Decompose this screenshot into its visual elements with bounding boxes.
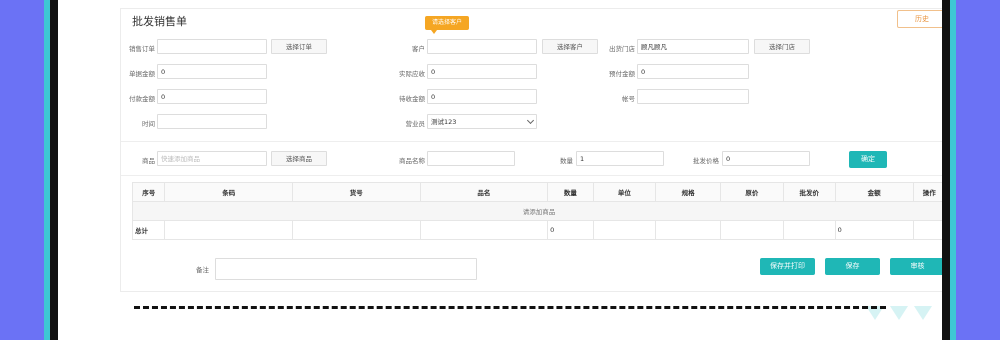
total-amount-input[interactable]: 0 [157, 64, 267, 79]
table-header-row: 序号 条码 货号 品名 数量 单位 规格 原价 批发价 金额 操作 [131, 182, 942, 202]
select-customer-button[interactable]: 选择客户 [542, 39, 598, 54]
total-amount-label: 单据金额 [129, 70, 155, 78]
table-cell [592, 220, 657, 240]
order-label: 销售订单 [129, 45, 155, 53]
divider [121, 141, 942, 142]
salesperson-select[interactable]: 测试123 [427, 114, 537, 129]
column-header: 批发价 [782, 182, 836, 202]
column-header: 规格 [655, 182, 722, 202]
total-label: 总计 [131, 220, 166, 240]
pending-label: 待收金额 [399, 95, 425, 103]
select-store-button[interactable]: 选择门店 [754, 39, 810, 54]
customer-tooltip: 请选择客户 [425, 16, 469, 34]
time-label: 时间 [142, 120, 155, 128]
pending-input[interactable]: 0 [427, 89, 537, 104]
wholesale-price-input[interactable]: 0 [722, 151, 810, 166]
empty-row: 请添加商品 [132, 201, 942, 221]
table-cell [164, 220, 293, 240]
page-title: 批发销售单 [132, 15, 187, 28]
column-header: 单位 [592, 182, 657, 202]
product-search-input[interactable]: 快速添加商品 [157, 151, 267, 166]
paid-input[interactable]: 0 [157, 89, 267, 104]
actual-received-input[interactable]: 0 [427, 64, 537, 79]
account-input[interactable] [637, 89, 749, 104]
product-name-input[interactable] [427, 151, 515, 166]
items-table: 序号 条码 货号 品名 数量 单位 规格 原价 批发价 金额 操作 请添加商品 … [131, 182, 942, 240]
left-frame-border [50, 0, 58, 340]
order-input[interactable] [157, 39, 267, 54]
total-row: 总计 0 0 [131, 220, 942, 240]
table-cell [291, 220, 421, 240]
empty-message: 请添加商品 [132, 201, 942, 221]
decor-triangle [914, 306, 932, 320]
review-button[interactable]: 审核 [890, 258, 942, 275]
column-header: 品名 [419, 182, 549, 202]
divider [121, 175, 942, 176]
confirm-button[interactable]: 确定 [849, 151, 887, 168]
customer-input[interactable] [427, 39, 537, 54]
account-label: 帐号 [622, 95, 635, 103]
column-header: 操作 [912, 182, 942, 202]
product-label: 商品 [142, 157, 155, 165]
history-button[interactable]: 历史 [897, 10, 942, 28]
right-frame-border [942, 0, 950, 340]
store-label: 出货门店 [609, 45, 635, 53]
select-order-button[interactable]: 选择订单 [271, 39, 327, 54]
column-header: 条码 [164, 182, 293, 202]
right-frame-accent [950, 0, 956, 340]
page-paper: 批发销售单 历史 销售订单 选择订单 客户 选择客户 请选择客户 出货门店 顾凡… [58, 0, 942, 340]
chevron-down-icon [526, 116, 535, 125]
remark-input[interactable] [215, 258, 477, 280]
save-button[interactable]: 保存 [825, 258, 880, 275]
table-cell [419, 220, 549, 240]
product-name-label: 商品名称 [399, 157, 425, 165]
wholesale-price-label: 批发价格 [693, 157, 719, 165]
salesperson-value: 测试123 [431, 118, 457, 126]
table-cell [782, 220, 836, 240]
total-amount: 0 [834, 220, 914, 240]
decor-triangle [890, 306, 908, 320]
table-cell [655, 220, 722, 240]
column-header: 序号 [131, 182, 166, 202]
column-header: 数量 [547, 182, 594, 202]
prepaid-label: 预付金额 [609, 70, 635, 78]
time-input[interactable] [157, 114, 267, 129]
quantity-label: 数量 [560, 157, 573, 165]
table-cell [912, 220, 942, 240]
column-header: 货号 [291, 182, 421, 202]
prepaid-input[interactable]: 0 [637, 64, 749, 79]
dashed-divider [134, 306, 886, 309]
remark-label: 备注 [196, 266, 209, 274]
table-cell [720, 220, 784, 240]
sales-form-panel: 批发销售单 历史 销售订单 选择订单 客户 选择客户 请选择客户 出货门店 顾凡… [120, 8, 942, 292]
actual-received-label: 实际应收 [399, 70, 425, 78]
total-quantity: 0 [547, 220, 594, 240]
quantity-input[interactable]: 1 [576, 151, 664, 166]
column-header: 原价 [720, 182, 784, 202]
salesperson-label: 营业员 [405, 120, 426, 128]
column-header: 金额 [834, 182, 914, 202]
store-input[interactable]: 顾凡顾凡 [637, 39, 749, 54]
select-product-button[interactable]: 选择商品 [271, 151, 327, 166]
paid-label: 付款金额 [129, 95, 155, 103]
save-print-button[interactable]: 保存并打印 [760, 258, 815, 275]
customer-label: 客户 [412, 45, 425, 53]
